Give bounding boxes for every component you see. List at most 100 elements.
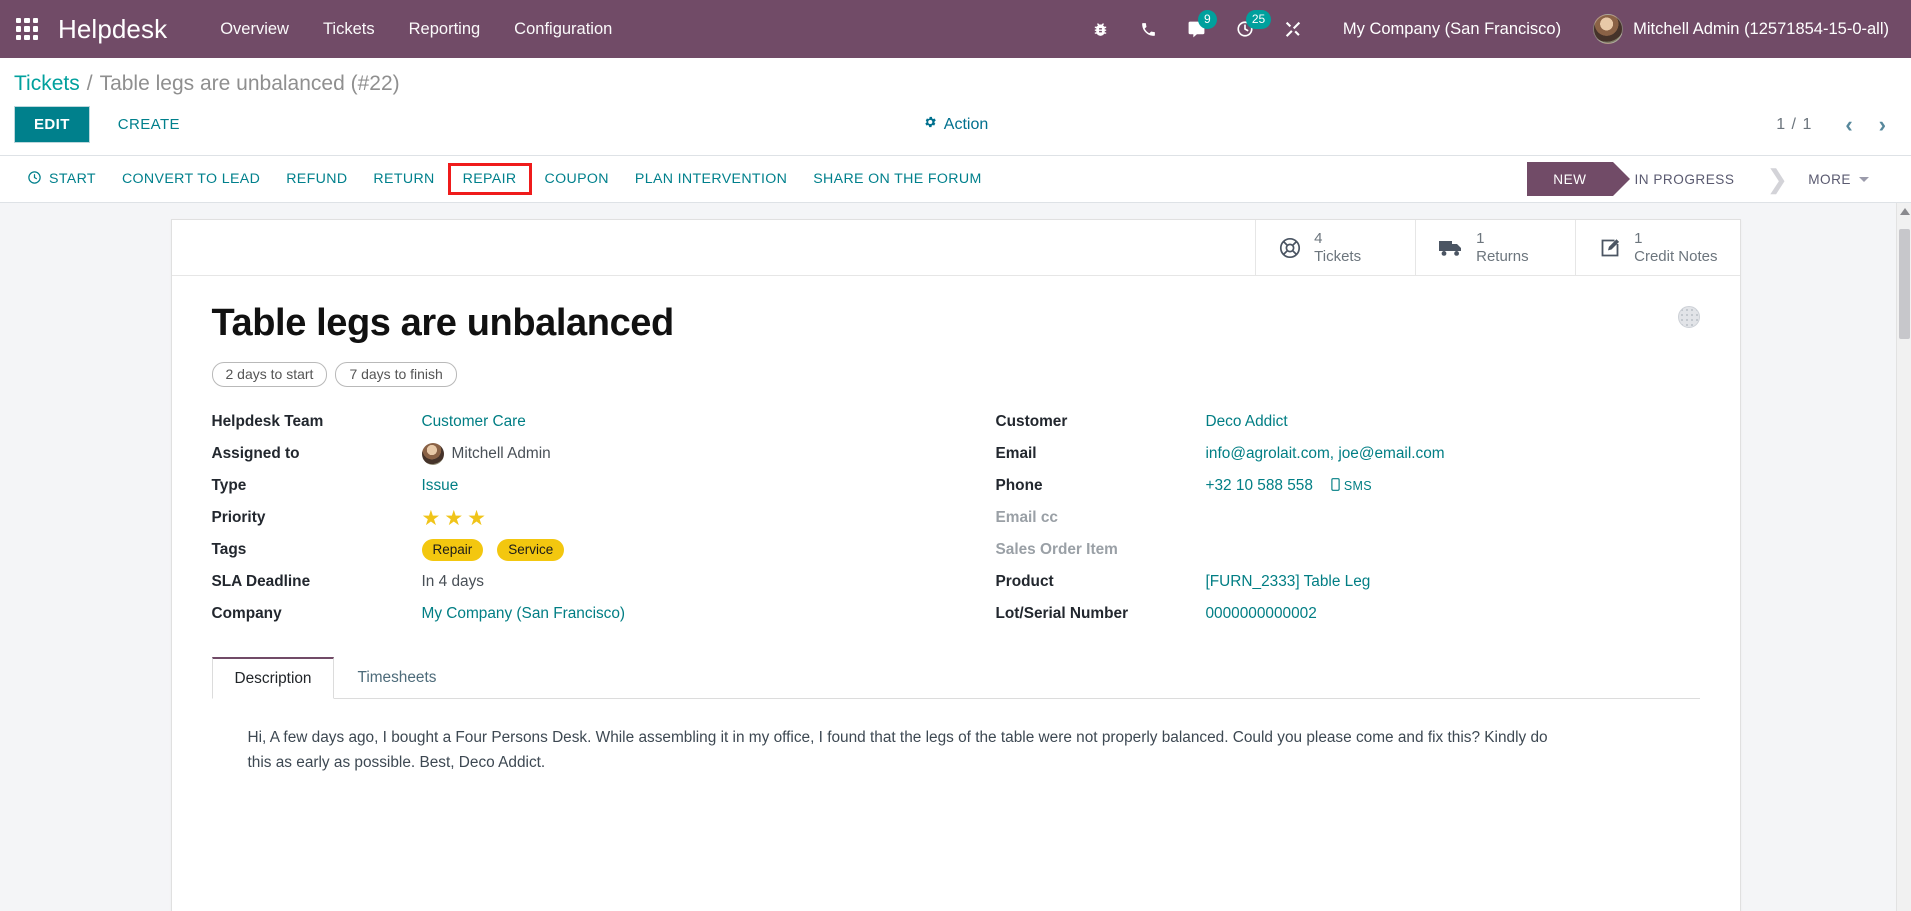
- menu-item-tickets[interactable]: Tickets: [306, 2, 392, 57]
- control-panel: Tickets / Table legs are unbalanced (#22…: [0, 58, 1911, 156]
- field-value-wrapper[interactable]: Mitchell Admin: [421, 443, 551, 466]
- company-selector[interactable]: My Company (San Francisco): [1343, 20, 1561, 39]
- form-column-right: Customer Deco Addict Email info@agrolait…: [996, 407, 1700, 631]
- statusbar-button-start[interactable]: START: [14, 162, 109, 197]
- tag-service[interactable]: Service: [497, 539, 565, 562]
- menu-item-overview[interactable]: Overview: [203, 2, 306, 57]
- smart-button-label: Returns: [1476, 247, 1529, 265]
- star-icon[interactable]: ★: [422, 508, 441, 529]
- field-value[interactable]: [FURN_2333] Table Leg: [1206, 573, 1371, 591]
- breadcrumb-root-tickets[interactable]: Tickets: [14, 72, 80, 96]
- action-menu-button[interactable]: Action: [923, 115, 988, 134]
- bug-icon[interactable]: [1082, 9, 1120, 49]
- smart-button-value: 1: [1634, 230, 1643, 248]
- status-stage-new[interactable]: NEW: [1527, 162, 1630, 196]
- field-value[interactable]: info@agrolait.com, joe@email.com: [1206, 445, 1445, 463]
- field-label: Email: [995, 445, 1037, 463]
- form-column-left: Helpdesk Team Customer Care Assigned to …: [212, 407, 916, 631]
- create-button[interactable]: CREATE: [102, 106, 196, 143]
- sheet-body: Table legs are unbalanced 2 days to star…: [172, 276, 1740, 786]
- lifering-icon: [1278, 236, 1302, 260]
- truck-icon: [1438, 237, 1464, 259]
- description-text[interactable]: Hi, A few days ago, I bought a Four Pers…: [212, 699, 1612, 786]
- field-value[interactable]: Customer Care: [422, 413, 526, 431]
- field-value[interactable]: Deco Addict: [1206, 413, 1288, 431]
- priority-stars[interactable]: ★ ★ ★: [422, 508, 486, 529]
- statusbar-button-repair[interactable]: REPAIR: [447, 163, 532, 195]
- user-name-label: Mitchell Admin (12571854-15-0-all): [1633, 19, 1889, 38]
- smart-button-returns[interactable]: 1 Returns: [1415, 220, 1575, 275]
- record-sheet: 4 Tickets 1 Returns 1 Credit Notes Table…: [170, 219, 1741, 911]
- field-customer: Customer Deco Addict: [996, 407, 1700, 438]
- star-icon[interactable]: ★: [444, 508, 463, 529]
- menu-item-configuration[interactable]: Configuration: [497, 2, 629, 57]
- field-label: SLA Deadline: [211, 573, 311, 591]
- statusbar-button-share-on-the-forum[interactable]: SHARE ON THE FORUM: [800, 163, 994, 195]
- field-label: Email cc: [995, 509, 1058, 527]
- field-email: Email info@agrolait.com, joe@email.com: [996, 439, 1700, 470]
- field-priority: Priority ★ ★ ★: [212, 503, 916, 534]
- page-title: Table legs are unbalanced: [211, 302, 675, 344]
- gear-icon: [923, 115, 937, 134]
- chevron-right-icon[interactable]: ›: [1868, 112, 1897, 138]
- field-sla-deadline: SLA Deadline In 4 days: [212, 567, 916, 598]
- field-value[interactable]: +32 10 588 558: [1206, 477, 1313, 495]
- chat-icon[interactable]: 9: [1178, 9, 1217, 49]
- tab-description[interactable]: Description: [211, 656, 335, 699]
- smart-button-credit-notes[interactable]: 1 Credit Notes: [1575, 220, 1739, 275]
- smart-button-value: 4: [1314, 230, 1323, 248]
- statusbar-button-refund[interactable]: REFUND: [273, 163, 360, 195]
- field-value[interactable]: Issue: [422, 477, 459, 495]
- scroll-up-arrow-icon[interactable]: [1900, 208, 1910, 215]
- scrollbar-thumb[interactable]: [1899, 229, 1910, 339]
- notebook-tabs: Description Timesheets: [211, 656, 1700, 699]
- edit-button[interactable]: EDIT: [14, 106, 90, 143]
- field-assigned-to: Assigned to Mitchell Admin: [212, 439, 916, 470]
- statusbar-button-return[interactable]: RETURN: [360, 163, 447, 195]
- send-sms-button[interactable]: SMS: [1331, 478, 1372, 494]
- statusbar-button-plan-intervention[interactable]: PLAN INTERVENTION: [622, 163, 800, 195]
- status-stage-more-label: MORE: [1808, 171, 1851, 187]
- field-company: Company My Company (San Francisco): [212, 599, 916, 630]
- star-icon[interactable]: ★: [467, 508, 486, 529]
- kanban-state-circle[interactable]: [1677, 306, 1700, 328]
- field-value: In 4 days: [421, 573, 484, 591]
- tab-timesheets[interactable]: Timesheets: [334, 657, 459, 699]
- statusbar-button-coupon[interactable]: COUPON: [532, 163, 622, 195]
- sms-label: SMS: [1343, 479, 1372, 494]
- apps-grid-icon[interactable]: [10, 12, 44, 46]
- app-brand-helpdesk[interactable]: Helpdesk: [58, 14, 167, 45]
- smart-button-tickets[interactable]: 4 Tickets: [1255, 220, 1415, 275]
- phone-icon[interactable]: [1130, 9, 1168, 49]
- field-label: Assigned to: [211, 445, 300, 463]
- chevron-left-icon[interactable]: ‹: [1834, 112, 1863, 138]
- smart-button-value: 1: [1476, 230, 1485, 248]
- field-label: Company: [211, 605, 282, 623]
- field-value-wrapper: ★ ★ ★: [422, 508, 486, 529]
- field-email-cc: Email cc: [996, 503, 1700, 534]
- status-stage-in-progress[interactable]: IN PROGRESS: [1613, 162, 1761, 196]
- tools-icon[interactable]: [1274, 9, 1312, 49]
- field-label: Tags: [211, 541, 247, 559]
- avatar: [421, 443, 444, 466]
- field-label: Priority: [211, 509, 266, 527]
- field-value[interactable]: My Company (San Francisco): [422, 605, 626, 623]
- statusbar-button-convert-to-lead[interactable]: CONVERT TO LEAD: [109, 163, 273, 195]
- field-value[interactable]: 0000000000002: [1206, 605, 1317, 623]
- smart-button-label: Tickets: [1314, 247, 1362, 265]
- field-label: Customer: [995, 413, 1068, 431]
- status-stage-more[interactable]: MORE: [1786, 162, 1895, 196]
- tag-repair[interactable]: Repair: [421, 539, 484, 562]
- mobile-icon: [1331, 478, 1340, 494]
- field-label: Phone: [995, 477, 1043, 495]
- vertical-scrollbar[interactable]: [1896, 203, 1911, 911]
- menu-item-reporting[interactable]: Reporting: [392, 2, 498, 57]
- pager: 1 / 1 ‹ ›: [1776, 112, 1897, 138]
- activity-badge-count: 25: [1245, 10, 1272, 29]
- user-menu[interactable]: Mitchell Admin (12571854-15-0-all): [1593, 14, 1889, 44]
- field-helpdesk-team: Helpdesk Team Customer Care: [212, 407, 916, 438]
- systray: 9 25: [1077, 9, 1317, 49]
- main-menu: Overview Tickets Reporting Configuration: [203, 2, 629, 57]
- breadcrumb-current-record: Table legs are unbalanced (#22): [99, 72, 400, 95]
- activity-clock-icon[interactable]: 25: [1226, 9, 1272, 49]
